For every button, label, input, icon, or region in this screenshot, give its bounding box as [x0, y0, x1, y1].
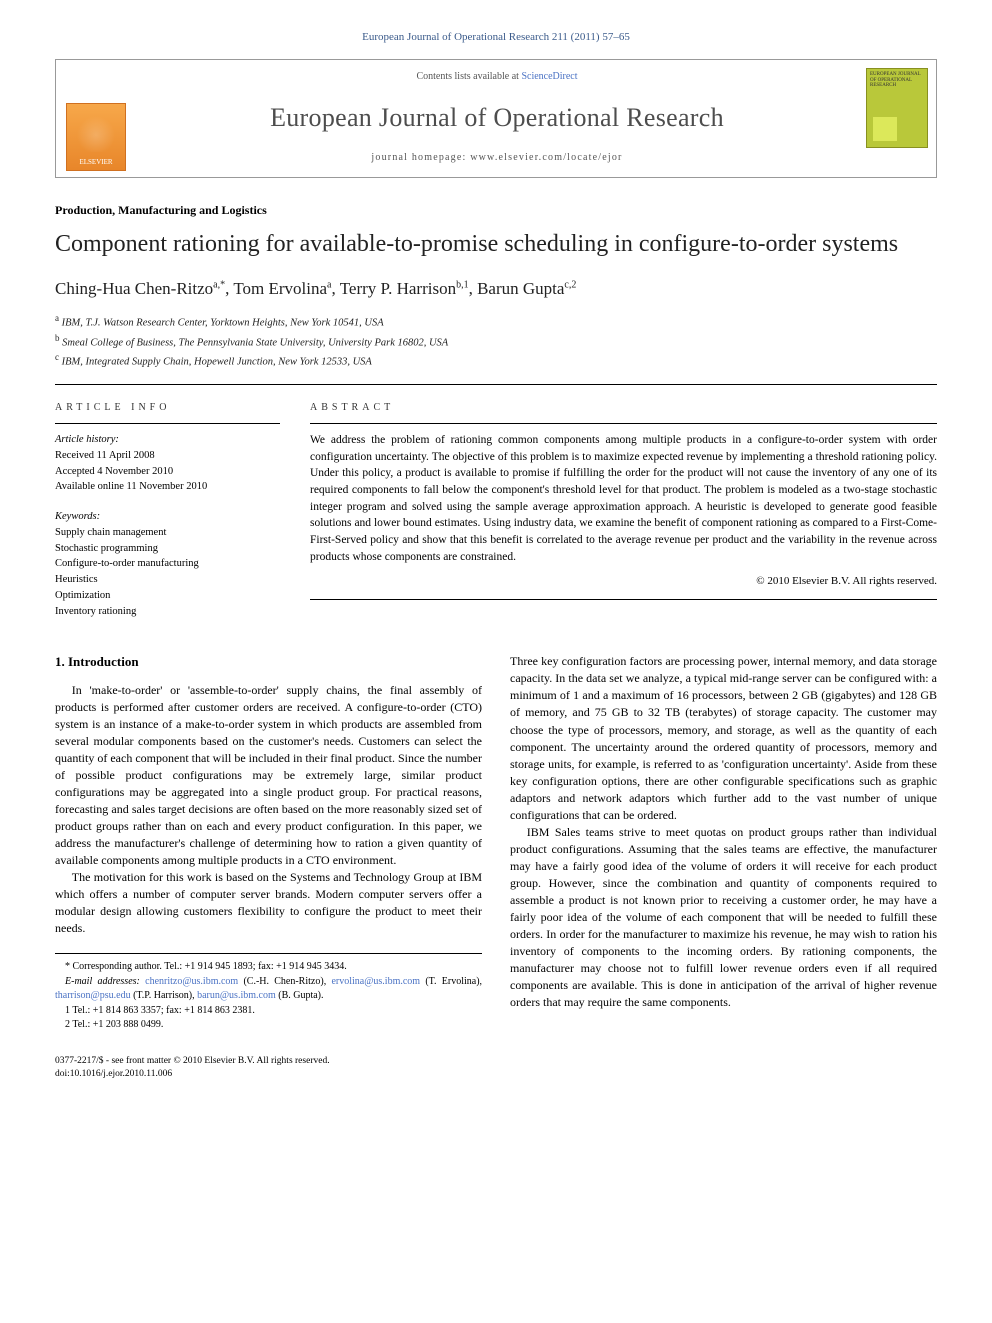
publisher-logo-area: ELSEVIER — [56, 60, 136, 176]
email-link[interactable]: tharrison@psu.edu — [55, 990, 131, 1001]
keyword: Heuristics — [55, 574, 98, 585]
email-link[interactable]: chenritzo@us.ibm.com — [145, 976, 238, 987]
elsevier-logo: ELSEVIER — [66, 103, 126, 171]
footnotes: * Corresponding author. Tel.: +1 914 945… — [55, 953, 482, 1033]
keywords-block: Keywords: Supply chain management Stocha… — [55, 509, 280, 619]
journal-reference: European Journal of Operational Research… — [55, 30, 937, 45]
divider — [310, 423, 937, 424]
keyword: Supply chain management — [55, 527, 166, 538]
keyword: Configure-to-order manufacturing — [55, 558, 199, 569]
homepage-prefix: journal homepage: — [371, 152, 470, 163]
email-addresses: E-mail addresses: chenritzo@us.ibm.com (… — [55, 975, 482, 1004]
body-paragraph: In 'make-to-order' or 'assemble-to-order… — [55, 682, 482, 869]
journal-header: ELSEVIER Contents lists available at Sci… — [55, 59, 937, 177]
homepage-url[interactable]: www.elsevier.com/locate/ejor — [470, 152, 622, 163]
body-paragraph: IBM Sales teams strive to meet quotas on… — [510, 824, 937, 1011]
author: Terry P. Harrisonb,1 — [340, 279, 469, 298]
author: Tom Ervolinaa — [233, 279, 331, 298]
keyword: Stochastic programming — [55, 543, 158, 554]
publisher-logo-label: ELSEVIER — [79, 158, 112, 168]
section-label: Production, Manufacturing and Logistics — [55, 202, 937, 219]
info-abstract-row: ARTICLE INFO Article history: Received 1… — [55, 385, 937, 619]
abstract-column: ABSTRACT We address the problem of ratio… — [310, 385, 937, 619]
front-matter-line: 0377-2217/$ - see front matter © 2010 El… — [55, 1055, 937, 1068]
history-item: Available online 11 November 2010 — [55, 481, 207, 492]
author: Barun Guptac,2 — [477, 279, 576, 298]
abstract-head: ABSTRACT — [310, 401, 937, 415]
keyword: Optimization — [55, 590, 110, 601]
keywords-head: Keywords: — [55, 511, 100, 522]
history-head: Article history: — [55, 434, 119, 445]
article-history: Article history: Received 11 April 2008 … — [55, 432, 280, 495]
email-label: E-mail addresses: — [65, 976, 140, 987]
history-item: Accepted 4 November 2010 — [55, 466, 173, 477]
affiliations: a IBM, T.J. Watson Research Center, York… — [55, 312, 937, 370]
email-link[interactable]: ervolina@us.ibm.com — [331, 976, 420, 987]
email-link[interactable]: barun@us.ibm.com — [197, 990, 276, 1001]
footnote-tel-2: 2 Tel.: +1 203 888 0499. — [55, 1018, 482, 1033]
homepage-line: journal homepage: www.elsevier.com/locat… — [144, 151, 850, 165]
affiliation: c IBM, Integrated Supply Chain, Hopewell… — [55, 351, 937, 370]
body-paragraph: The motivation for this work is based on… — [55, 869, 482, 937]
article-title: Component rationing for available-to-pro… — [55, 229, 937, 259]
affiliation: a IBM, T.J. Watson Research Center, York… — [55, 312, 937, 331]
abstract-copyright: © 2010 Elsevier B.V. All rights reserved… — [310, 574, 937, 589]
abstract-text: We address the problem of rationing comm… — [310, 432, 937, 565]
section-heading-intro: 1. Introduction — [55, 653, 482, 671]
affiliation: b Smeal College of Business, The Pennsyl… — [55, 332, 937, 351]
body-two-column: 1. Introduction In 'make-to-order' or 'a… — [55, 653, 937, 1032]
doi-line: doi:10.1016/j.ejor.2010.11.006 — [55, 1068, 937, 1081]
article-info-head: ARTICLE INFO — [55, 401, 280, 415]
author: Ching-Hua Chen-Ritzoa,* — [55, 279, 225, 298]
journal-cover-image: EUROPEAN JOURNAL OF OPERATIONAL RESEARCH — [866, 68, 928, 148]
history-item: Received 11 April 2008 — [55, 450, 155, 461]
corresponding-author-note: * Corresponding author. Tel.: +1 914 945… — [55, 960, 482, 975]
body-paragraph: Three key configuration factors are proc… — [510, 653, 937, 823]
article-info-column: ARTICLE INFO Article history: Received 1… — [55, 385, 280, 619]
journal-cover-thumb: EUROPEAN JOURNAL OF OPERATIONAL RESEARCH — [858, 60, 936, 176]
divider — [55, 423, 280, 424]
contents-prefix: Contents lists available at — [416, 71, 521, 82]
header-center: Contents lists available at ScienceDirec… — [136, 60, 858, 176]
divider — [310, 599, 937, 600]
sciencedirect-link[interactable]: ScienceDirect — [521, 71, 577, 82]
page-footer: 0377-2217/$ - see front matter © 2010 El… — [55, 1055, 937, 1082]
keyword: Inventory rationing — [55, 606, 136, 617]
journal-title: European Journal of Operational Research — [144, 100, 850, 136]
footnote-tel-1: 1 Tel.: +1 814 863 3357; fax: +1 814 863… — [55, 1004, 482, 1019]
authors-line: Ching-Hua Chen-Ritzoa,*, Tom Ervolinaa, … — [55, 277, 937, 301]
contents-line: Contents lists available at ScienceDirec… — [144, 70, 850, 84]
